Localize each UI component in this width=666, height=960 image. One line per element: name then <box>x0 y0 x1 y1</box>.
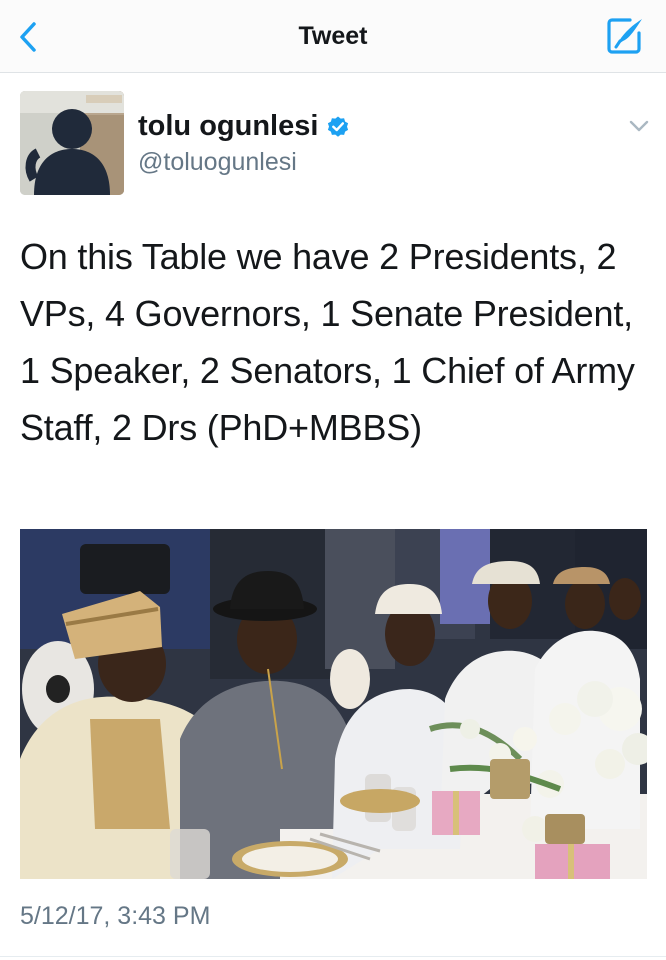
verified-badge-icon <box>328 116 349 137</box>
author-name[interactable]: tolu ogunlesi <box>138 110 318 143</box>
page-title: Tweet <box>298 22 368 50</box>
chevron-down-icon[interactable] <box>628 118 650 134</box>
compose-tweet-icon[interactable] <box>606 16 646 56</box>
navigation-bar: Tweet <box>0 0 666 73</box>
divider <box>0 956 666 957</box>
avatar[interactable] <box>20 91 124 195</box>
tweet-timestamp: 5/12/17, 3:43 PM <box>20 902 211 930</box>
tweet-photo[interactable] <box>20 529 647 879</box>
author-handle[interactable]: @toluogunlesi <box>138 148 297 177</box>
tweet-text: On this Table we have 2 Presidents, 2 VP… <box>20 236 635 448</box>
author-name-row[interactable]: tolu ogunlesi <box>138 110 350 143</box>
